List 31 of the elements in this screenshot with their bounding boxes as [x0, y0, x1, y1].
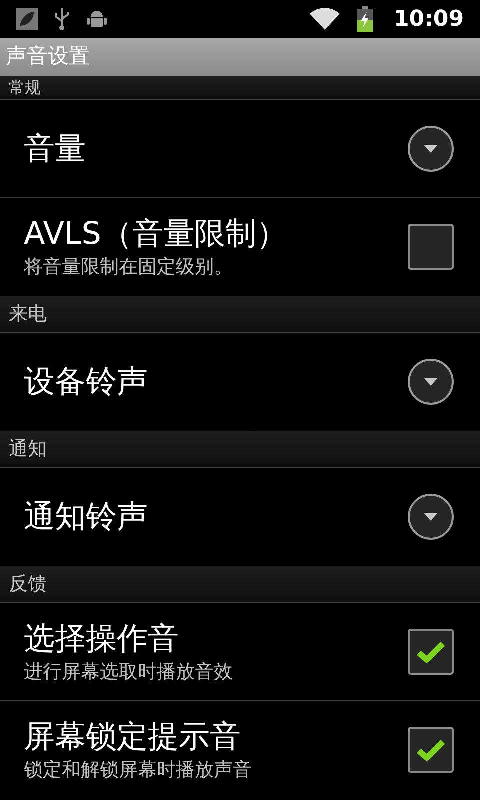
setting-summary: 进行屏幕选取时播放音效: [24, 660, 233, 684]
dropdown-button[interactable]: [408, 126, 454, 172]
checkbox[interactable]: [408, 628, 454, 674]
checkbox[interactable]: [408, 727, 454, 773]
wifi-icon: [310, 8, 340, 30]
checkmark-icon: [417, 640, 445, 662]
usb-icon: [54, 7, 70, 31]
caret-icon: [424, 144, 438, 152]
caret-icon: [424, 378, 438, 386]
checkmark-icon: [417, 739, 445, 761]
setting-title: 选择操作音: [24, 620, 180, 658]
leaf-icon: [16, 8, 38, 30]
section-title: 通知: [9, 436, 47, 462]
dropdown-button[interactable]: [408, 359, 454, 405]
android-icon: [86, 8, 108, 30]
caret-icon: [424, 513, 438, 521]
battery-icon: [356, 6, 374, 32]
setting-title: 通知铃声: [24, 498, 148, 537]
section-title: 反馈: [9, 572, 47, 597]
setting-summary: 锁定和解锁屏幕时播放声音: [24, 758, 252, 783]
setting-title: 设备铃声: [24, 363, 148, 402]
setting-title: AVLS（音量限制）: [24, 215, 288, 254]
checkbox[interactable]: [408, 224, 454, 270]
window-title: 声音设置: [6, 43, 90, 70]
setting-title: 屏幕锁定提示音: [24, 718, 242, 757]
clock: 10:09: [394, 6, 464, 34]
setting-summary: 将音量限制在固定级别。: [24, 255, 234, 280]
dropdown-button[interactable]: [408, 494, 454, 540]
section-title: 来电: [9, 302, 47, 327]
setting-title: 音量: [24, 130, 86, 168]
section-title: 常规: [9, 76, 41, 98]
